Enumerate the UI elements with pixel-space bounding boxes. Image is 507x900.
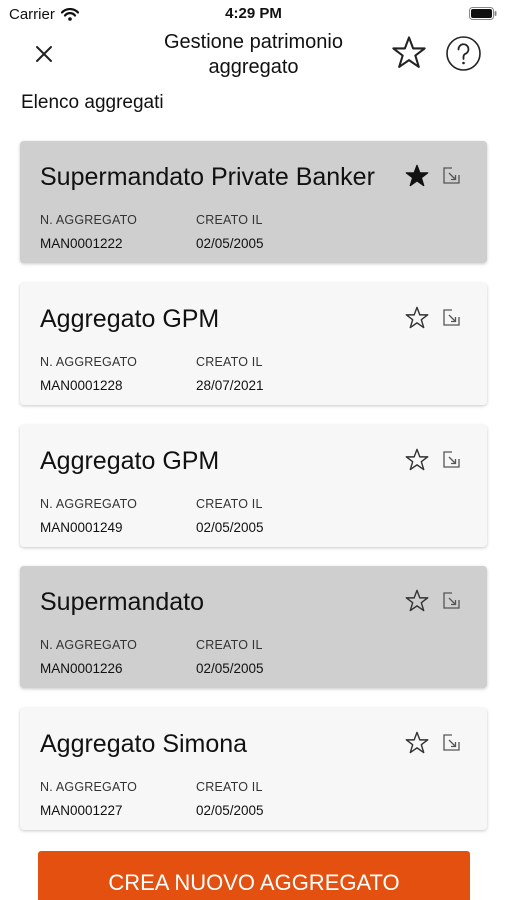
open-icon[interactable] bbox=[441, 166, 461, 186]
card-title: Supermandato Private Banker bbox=[40, 163, 375, 191]
aggregate-card[interactable]: Aggregato GPM N. AGGREGATO CREATO IL MAN… bbox=[20, 425, 487, 547]
created-label: CREATO IL bbox=[196, 638, 263, 652]
aggregate-card[interactable]: Aggregato GPM N. AGGREGATO CREATO IL MAN… bbox=[20, 283, 487, 405]
created-label: CREATO IL bbox=[196, 355, 263, 369]
status-bar: Carrier 4:29 PM bbox=[0, 0, 507, 28]
aggregate-card[interactable]: Supermandato Private Banker N. AGGREGATO… bbox=[20, 141, 487, 263]
number-label: N. AGGREGATO bbox=[40, 213, 138, 227]
number-label: N. AGGREGATO bbox=[40, 780, 138, 794]
create-aggregate-button[interactable]: CREA NUOVO AGGREGATO bbox=[38, 851, 470, 900]
number-value: MAN0001228 bbox=[40, 378, 123, 393]
number-value: MAN0001222 bbox=[40, 236, 123, 251]
created-value: 02/05/2005 bbox=[196, 236, 264, 251]
created-label: CREATO IL bbox=[196, 213, 263, 227]
star-filled-icon[interactable] bbox=[404, 163, 430, 189]
number-label: N. AGGREGATO bbox=[40, 355, 138, 369]
card-title: Supermandato bbox=[40, 588, 205, 616]
number-value: MAN0001227 bbox=[40, 803, 123, 818]
star-icon[interactable] bbox=[404, 730, 430, 756]
star-icon[interactable] bbox=[404, 305, 430, 331]
open-icon[interactable] bbox=[441, 591, 461, 611]
card-title: Aggregato GPM bbox=[40, 305, 220, 333]
created-value: 02/05/2005 bbox=[196, 520, 264, 535]
created-value: 02/05/2005 bbox=[196, 803, 264, 818]
open-icon[interactable] bbox=[441, 308, 461, 328]
card-title: Aggregato Simona bbox=[40, 730, 248, 758]
close-icon[interactable] bbox=[30, 40, 58, 68]
section-label: Elenco aggregati bbox=[21, 92, 164, 113]
clock: 4:29 PM bbox=[225, 5, 282, 22]
created-label: CREATO IL bbox=[196, 497, 263, 511]
number-value: MAN0001249 bbox=[40, 520, 123, 535]
aggregate-card[interactable]: Supermandato N. AGGREGATO CREATO IL MAN0… bbox=[20, 566, 487, 688]
star-icon[interactable] bbox=[389, 34, 429, 72]
aggregate-card[interactable]: Aggregato Simona N. AGGREGATO CREATO IL … bbox=[20, 708, 487, 830]
number-label: N. AGGREGATO bbox=[40, 497, 138, 511]
number-value: MAN0001226 bbox=[40, 661, 123, 676]
page-title: Gestione patrimonio aggregato bbox=[164, 31, 343, 78]
created-value: 02/05/2005 bbox=[196, 661, 264, 676]
card-title: Aggregato GPM bbox=[40, 447, 220, 475]
help-icon[interactable] bbox=[445, 35, 482, 72]
created-value: 28/07/2021 bbox=[196, 378, 264, 393]
battery-icon bbox=[469, 7, 497, 20]
created-label: CREATO IL bbox=[196, 780, 263, 794]
star-icon[interactable] bbox=[404, 588, 430, 614]
number-label: N. AGGREGATO bbox=[40, 638, 138, 652]
open-icon[interactable] bbox=[441, 450, 461, 470]
open-icon[interactable] bbox=[441, 733, 461, 753]
star-icon[interactable] bbox=[404, 447, 430, 473]
